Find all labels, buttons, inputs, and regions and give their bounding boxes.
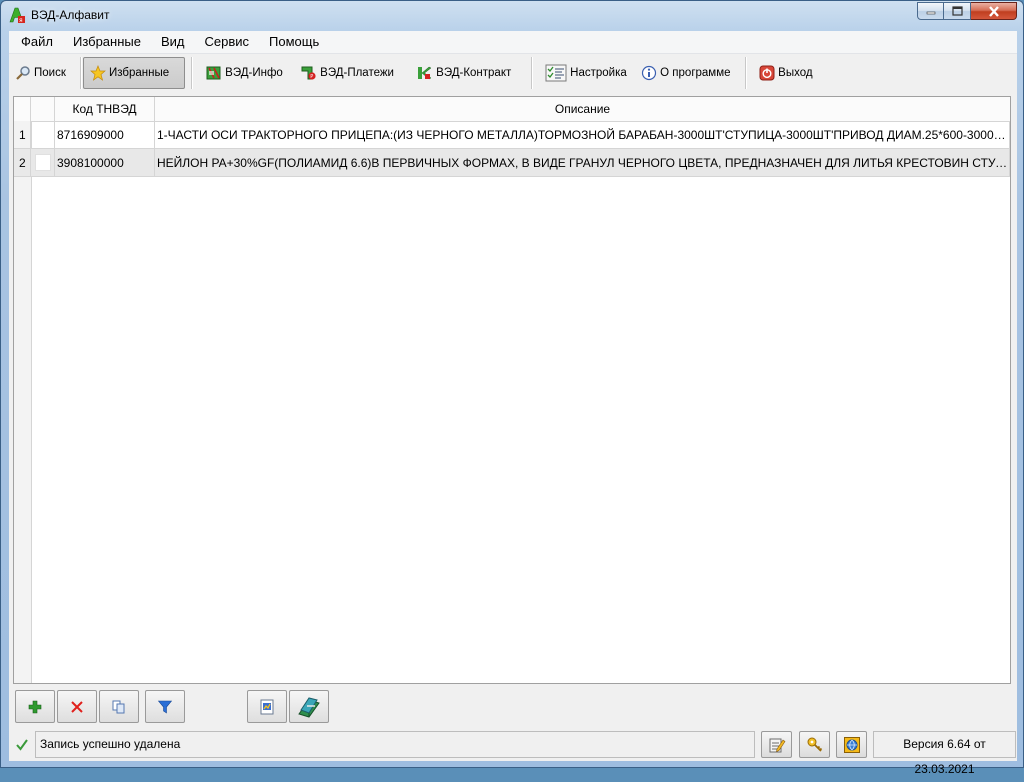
cell-description[interactable]: НЕЙЛОН PA+30%GF(ПОЛИАМИД 6.6)В ПЕРВИЧНЫХ…	[155, 149, 1010, 177]
minimize-button[interactable]	[917, 2, 944, 20]
internet-button[interactable]	[836, 731, 867, 758]
close-button[interactable]	[971, 2, 1017, 20]
header-check	[31, 97, 55, 121]
document-chart-icon	[260, 699, 274, 714]
status-check-icon-holder	[11, 733, 33, 757]
about-button[interactable]: О программе	[635, 57, 739, 89]
ved-payments-button[interactable]: P ВЭД-Платежи	[294, 57, 410, 89]
ved-contract-label: ВЭД-Контракт	[436, 67, 512, 79]
filter-icon	[157, 700, 173, 714]
header-code[interactable]: Код ТНВЭД	[55, 97, 155, 121]
settings-button[interactable]: Настройка	[539, 57, 635, 89]
ved-payments-icon: P	[301, 66, 316, 80]
search-label: Поиск	[34, 67, 66, 79]
toolbar-separator	[745, 57, 748, 89]
about-label: О программе	[660, 67, 731, 79]
title-bar[interactable]: я ВЭД-Алфавит	[1, 1, 1023, 31]
ved-info-label: ВЭД-Инфо	[225, 67, 283, 79]
favorites-label: Избранные	[109, 67, 170, 79]
row-number: 2	[14, 149, 31, 177]
star-icon	[90, 65, 106, 81]
table-row[interactable]: 1 8716909000 1-ЧАСТИ ОСИ ТРАКТОРНОГО ПРИ…	[14, 121, 1010, 149]
ved-contract-button[interactable]: ВЭД-Контракт	[410, 57, 525, 89]
menu-service[interactable]: Сервис	[194, 31, 259, 53]
x-icon	[71, 700, 83, 713]
close-icon	[988, 5, 999, 17]
exit-button[interactable]: Выход	[753, 57, 823, 89]
toolbar-separator	[191, 57, 194, 89]
table-row[interactable]: 2 3908100000 НЕЙЛОН PA+30%GF(ПОЛИАМИД 6.…	[14, 149, 1010, 177]
info-icon	[642, 65, 657, 81]
row-checkbox-cell[interactable]	[31, 121, 55, 149]
add-button[interactable]	[15, 690, 55, 723]
svg-text:я: я	[19, 17, 23, 23]
check-icon	[16, 739, 28, 751]
plus-icon	[28, 700, 42, 713]
copy-icon	[112, 700, 125, 713]
delete-button[interactable]	[57, 690, 97, 723]
table-header: Код ТНВЭД Описание	[14, 97, 1010, 122]
edit-note-button[interactable]	[761, 731, 792, 758]
maximize-button[interactable]	[944, 2, 971, 20]
header-rownum	[14, 97, 31, 121]
menu-view[interactable]: Вид	[150, 31, 194, 53]
exit-label: Выход	[778, 67, 813, 79]
svg-text:P: P	[310, 74, 313, 80]
ved-payments-label: ВЭД-Платежи	[320, 67, 394, 79]
copy-button[interactable]	[99, 690, 139, 723]
app-logo-icon: я	[9, 7, 25, 23]
settings-list-icon	[545, 64, 567, 82]
favorites-table[interactable]: Код ТНВЭД Описание 1 8716909000 1-ЧАСТИ …	[13, 96, 1011, 684]
minimize-icon	[926, 11, 935, 15]
status-bar: Запись успешно удалена Версия 6.64 от 23…	[9, 729, 1017, 776]
favorites-button[interactable]: Избранные	[83, 57, 186, 89]
version-info: Версия 6.64 от 23.03.2021	[873, 731, 1016, 776]
settings-label: Настройка	[570, 67, 627, 79]
key-icon	[807, 737, 822, 752]
books-button[interactable]	[289, 690, 329, 723]
toolbar-separator	[531, 57, 534, 89]
filter-button[interactable]	[145, 690, 185, 723]
menu-help[interactable]: Помощь	[258, 31, 328, 53]
search-icon	[16, 66, 30, 80]
ved-contract-icon	[418, 66, 432, 80]
key-button[interactable]	[799, 731, 830, 758]
edit-document-icon	[769, 738, 785, 752]
header-description[interactable]: Описание	[155, 97, 1010, 121]
toolbar-separator	[80, 57, 82, 89]
search-button[interactable]: Поиск	[9, 57, 79, 89]
ved-info-icon	[206, 66, 221, 80]
row-number-gutter	[14, 121, 32, 683]
row-number: 1	[14, 121, 31, 149]
table-actions-bar	[9, 687, 1017, 727]
client-area: Файл Избранные Вид Сервис Помощь Поиск И…	[9, 31, 1017, 776]
globe-icon	[843, 736, 860, 753]
menu-favorites[interactable]: Избранные	[62, 31, 150, 53]
menu-bar: Файл Избранные Вид Сервис Помощь	[9, 31, 1017, 54]
cell-code[interactable]: 8716909000	[55, 121, 155, 149]
row-checkbox-cell[interactable]	[31, 149, 55, 177]
power-icon	[759, 65, 775, 81]
maximize-icon	[951, 6, 963, 16]
caption-buttons	[917, 2, 1017, 20]
app-window: я ВЭД-Алфавит Файл Избранные Вид Сервис …	[0, 0, 1024, 776]
status-message: Запись успешно удалена	[35, 731, 755, 758]
ved-info-button[interactable]: ВЭД-Инфо	[199, 57, 294, 89]
menu-file[interactable]: Файл	[9, 31, 62, 53]
toolbar: Поиск Избранные ВЭД-Инфо P ВЭД-Платежи В…	[9, 54, 1017, 92]
window-title: ВЭД-Алфавит	[31, 8, 110, 22]
cell-description[interactable]: 1-ЧАСТИ ОСИ ТРАКТОРНОГО ПРИЦЕПА:(ИЗ ЧЕРН…	[155, 121, 1010, 149]
row-checkbox[interactable]	[35, 154, 51, 171]
books-icon	[298, 696, 320, 718]
export-button[interactable]	[247, 690, 287, 723]
cell-code[interactable]: 3908100000	[55, 149, 155, 177]
